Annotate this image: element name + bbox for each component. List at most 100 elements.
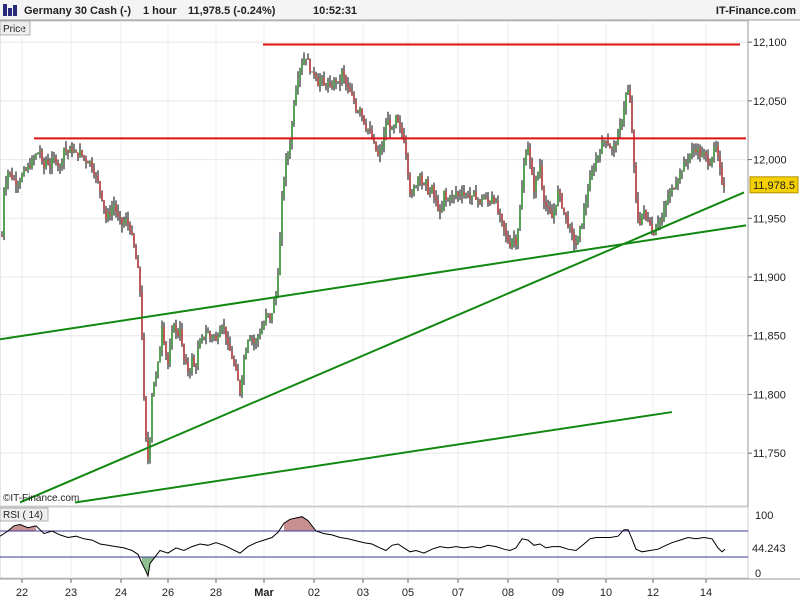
candle-body bbox=[425, 179, 427, 185]
candle-body bbox=[87, 161, 89, 164]
candle-body bbox=[233, 358, 235, 365]
candle-body bbox=[539, 165, 541, 174]
candle-body bbox=[489, 202, 491, 204]
x-tick-label: 22 bbox=[16, 587, 28, 599]
candle-body bbox=[405, 142, 407, 155]
candle-body bbox=[675, 183, 677, 189]
candle-body bbox=[5, 183, 7, 191]
candle-body bbox=[599, 153, 601, 156]
candle-body bbox=[203, 336, 205, 338]
candle-body bbox=[277, 274, 279, 295]
candle-body bbox=[315, 73, 317, 78]
candle-body bbox=[79, 150, 81, 157]
candle-body bbox=[531, 161, 533, 175]
candle-body bbox=[695, 149, 697, 153]
x-tick-label: 23 bbox=[65, 587, 77, 599]
candle-body bbox=[587, 190, 589, 202]
candle-body bbox=[165, 342, 167, 355]
candle-body bbox=[603, 141, 605, 143]
candle-body bbox=[9, 171, 11, 174]
y-tick-label: 12,050 bbox=[753, 96, 787, 108]
candle-body bbox=[619, 125, 621, 133]
candle-body bbox=[477, 199, 479, 201]
candle-body bbox=[365, 123, 367, 130]
candle-body bbox=[319, 78, 321, 87]
candle-body bbox=[105, 209, 107, 219]
candle-body bbox=[329, 82, 331, 86]
candle-body bbox=[61, 161, 63, 167]
candle-body bbox=[303, 59, 305, 65]
candle-body bbox=[19, 181, 21, 185]
candle-body bbox=[433, 185, 435, 197]
candle-body bbox=[349, 87, 351, 92]
candle-body bbox=[291, 123, 293, 145]
candle-body bbox=[479, 199, 481, 203]
candle-body bbox=[101, 191, 103, 201]
candle-body bbox=[201, 336, 203, 342]
candle-body bbox=[273, 300, 275, 313]
y-tick-label: 11,950 bbox=[753, 213, 786, 225]
candle-body bbox=[643, 210, 645, 214]
candle-body bbox=[305, 58, 307, 60]
candle-body bbox=[129, 224, 131, 231]
candle-body bbox=[711, 157, 713, 166]
candle-body bbox=[615, 144, 617, 146]
candle-body bbox=[469, 194, 471, 199]
candle-body bbox=[103, 200, 105, 210]
candle-body bbox=[209, 331, 211, 339]
candle-body bbox=[683, 162, 685, 172]
candle-body bbox=[181, 328, 183, 345]
candle-body bbox=[41, 150, 43, 162]
candle-body bbox=[511, 239, 513, 247]
candle-body bbox=[509, 242, 511, 247]
candle-body bbox=[49, 164, 51, 168]
candle-body bbox=[307, 58, 309, 60]
candle-body bbox=[119, 216, 121, 218]
candle-body bbox=[127, 218, 129, 225]
candle-body bbox=[71, 147, 73, 152]
candle-body bbox=[59, 165, 61, 167]
candle-body bbox=[45, 159, 47, 168]
candle-body bbox=[327, 82, 329, 87]
candle-body bbox=[541, 165, 543, 188]
candle-body bbox=[301, 64, 303, 70]
candle-body bbox=[167, 354, 169, 364]
candle-body bbox=[77, 152, 79, 157]
y-tick-label: 12,000 bbox=[753, 155, 787, 167]
candle-body bbox=[453, 195, 455, 197]
candle-body bbox=[501, 214, 503, 221]
candle-body bbox=[125, 218, 127, 223]
candle-body bbox=[455, 192, 457, 196]
candle-body bbox=[417, 178, 419, 187]
candle-body bbox=[169, 346, 171, 364]
instrument-title: Germany 30 Cash (-) bbox=[24, 5, 131, 17]
candle-body bbox=[369, 128, 371, 131]
candle-body bbox=[161, 326, 163, 350]
price-axis[interactable] bbox=[748, 21, 800, 506]
candle-body bbox=[647, 218, 649, 220]
candle-body bbox=[37, 152, 39, 155]
candle-body bbox=[197, 348, 199, 367]
candle-body bbox=[313, 71, 315, 74]
x-tick-label: 28 bbox=[210, 587, 222, 599]
candle-body bbox=[357, 111, 359, 113]
candle-body bbox=[299, 69, 301, 80]
price-panel bbox=[0, 20, 749, 507]
candle-body bbox=[131, 230, 133, 235]
candle-body bbox=[389, 119, 391, 130]
candle-body bbox=[667, 197, 669, 203]
candle-body bbox=[111, 208, 113, 216]
candle-body bbox=[523, 164, 525, 188]
candle-body bbox=[333, 79, 335, 88]
candle-body bbox=[723, 182, 725, 187]
x-tick-label: 10 bbox=[600, 587, 612, 599]
candle-body bbox=[705, 151, 707, 156]
candle-body bbox=[27, 165, 29, 171]
candle-body bbox=[661, 218, 663, 221]
candle-body bbox=[117, 211, 119, 217]
x-tick-label: 14 bbox=[700, 587, 712, 599]
candle-body bbox=[255, 340, 257, 344]
candle-body bbox=[113, 204, 115, 209]
candle-body bbox=[503, 220, 505, 229]
candle-body bbox=[449, 197, 451, 201]
